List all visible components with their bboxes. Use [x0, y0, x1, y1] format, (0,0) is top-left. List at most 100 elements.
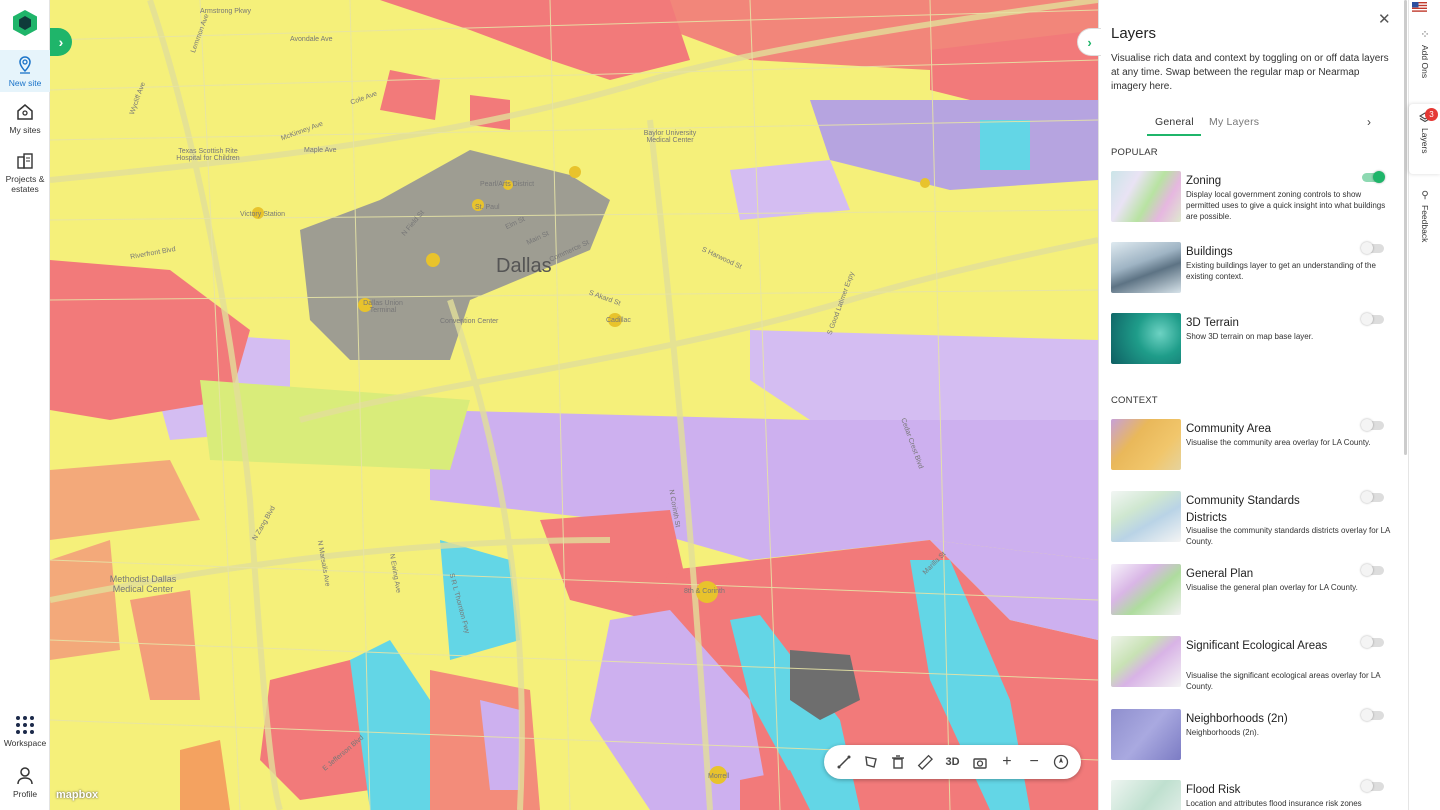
layer-description: Show 3D terrain on map base layer. [1186, 332, 1314, 341]
zoom-out-icon[interactable]: − [1023, 751, 1045, 773]
map-poi-label: Dallas Union Terminal [363, 300, 403, 314]
layer-description: Existing buildings layer to get an under… [1186, 261, 1376, 281]
layer-description: Neighborhoods (2n). [1186, 728, 1259, 737]
tab-my-layers[interactable]: My Layers [1209, 116, 1259, 128]
map-poi-label: Baylor University Medical Center [643, 130, 697, 144]
3d-toggle-button[interactable]: 3D [941, 751, 963, 773]
section-context: CONTEXT [1111, 395, 1158, 406]
layer-item-neighborhoods: Neighborhoods (2n) Neighborhoods (2n). [1111, 709, 1396, 761]
layer-toggle-buildings[interactable] [1361, 242, 1384, 254]
nav-new-site-label: New site [8, 78, 42, 88]
nav-projects-label: Projects & estates [5, 174, 45, 194]
panel-description: Visualise rich data and context by toggl… [1111, 53, 1389, 92]
layer-description: Visualise the community standards distri… [1186, 526, 1390, 546]
measure-line-icon[interactable] [833, 751, 855, 773]
layer-tabs: General My Layers › [1147, 113, 1383, 137]
layer-thumbnail [1111, 171, 1181, 222]
close-icon[interactable]: ✕ [1378, 10, 1391, 28]
layer-name: Neighborhoods (2n) [1186, 713, 1288, 725]
nav-workspace[interactable]: Workspace [0, 715, 50, 755]
chevron-right-icon: › [1087, 34, 1092, 50]
rail-feedback-label: Feedback [1420, 205, 1430, 243]
rail-add-ons[interactable]: ⁘ Add Ons [1409, 28, 1440, 92]
rail-layers-label: Layers [1420, 128, 1430, 154]
layer-toggle-zoning[interactable] [1362, 171, 1385, 183]
map-toolbar: 3D + − [824, 745, 1081, 779]
layer-name: Zoning [1186, 175, 1222, 187]
layer-thumbnail [1111, 242, 1181, 293]
nav-new-site[interactable]: New site [0, 50, 50, 92]
layer-name: 3D Terrain [1186, 317, 1239, 329]
layer-toggle-general-plan[interactable] [1361, 564, 1384, 576]
layer-name: Buildings [1186, 246, 1233, 258]
mapbox-attribution[interactable]: mapbox [56, 789, 98, 801]
layer-item-buildings: Buildings Existing buildings layer to ge… [1111, 242, 1396, 294]
layer-description: Visualise the community area overlay for… [1186, 438, 1371, 447]
layer-thumbnail [1111, 709, 1181, 760]
map-street-label: Maple Ave [304, 147, 337, 154]
section-popular: POPULAR [1111, 147, 1158, 158]
draw-polygon-icon[interactable] [860, 751, 882, 773]
layers-panel: Layers ✕ Visualise rich data and context… [1098, 0, 1408, 810]
nav-profile-label: Profile [12, 789, 38, 799]
map-poi-label: Methodist Dallas Medical Center [109, 574, 177, 594]
nav-projects-estates[interactable]: Projects & estates [0, 149, 50, 197]
active-tab-indicator [1147, 134, 1201, 136]
location-pin-icon [19, 56, 31, 74]
layers-count-badge: 3 [1425, 108, 1438, 121]
ruler-icon[interactable] [914, 751, 936, 773]
tab-general[interactable]: General [1155, 116, 1194, 128]
layer-thumbnail [1111, 419, 1181, 470]
trash-icon[interactable] [887, 751, 909, 773]
chevron-right-icon[interactable]: › [1367, 115, 1371, 129]
zoom-in-icon[interactable]: + [996, 751, 1018, 773]
layer-item-community-standards: Community Standards Districts Visualise … [1111, 491, 1396, 546]
layer-item-community-area: Community Area Visualise the community a… [1111, 419, 1396, 471]
layer-thumbnail [1111, 491, 1181, 542]
layer-name: Community Area [1186, 423, 1272, 435]
layer-name: Community Standards Districts [1186, 495, 1300, 524]
layer-toggle-flood-risk[interactable] [1361, 780, 1384, 792]
layer-thumbnail [1111, 636, 1181, 687]
layer-toggle-community-area[interactable] [1361, 419, 1384, 431]
map-poi-label: St. Paul [475, 204, 500, 211]
app-logo-icon[interactable] [13, 10, 37, 36]
nav-workspace-label: Workspace [3, 738, 47, 748]
layer-thumbnail [1111, 564, 1181, 615]
layer-description: Display local government zoning controls… [1186, 190, 1386, 221]
panel-title: Layers [1111, 25, 1157, 42]
us-flag-icon[interactable] [1412, 2, 1427, 12]
map-poi-label: 8th & Corinth [684, 588, 725, 595]
search-icon: ⚲ [1421, 190, 1429, 201]
map-poi-label: Pearl/Arts District [480, 181, 535, 188]
home-icon [17, 104, 33, 120]
panel-scrollbar[interactable] [1404, 0, 1407, 455]
layer-toggle-significant-ecological[interactable] [1361, 636, 1384, 648]
layer-name: General Plan [1186, 568, 1254, 580]
layer-name: Flood Risk [1186, 784, 1241, 796]
map-street-label: Avondale Ave [290, 36, 333, 43]
map-poi-label: Texas Scottish Rite Hospital for Childre… [176, 148, 240, 162]
map-poi-label: Morrell [708, 773, 730, 780]
collapse-panel-button[interactable]: › [1077, 28, 1101, 56]
compass-icon[interactable] [1050, 751, 1072, 773]
nav-profile[interactable]: Profile [0, 766, 50, 806]
rail-add-ons-label: Add Ons [1420, 45, 1430, 79]
rail-feedback[interactable]: ⚲ Feedback [1409, 190, 1440, 254]
nav-my-sites[interactable]: My sites [0, 100, 50, 140]
layer-description: Location and attributes flood insurance … [1186, 799, 1362, 808]
map-poi-label: Cadillac [606, 317, 631, 324]
layer-toggle-3d-terrain[interactable] [1361, 313, 1384, 325]
layer-item-general-plan: General Plan Visualise the general plan … [1111, 564, 1396, 616]
map-poi-label: Victory Station [240, 211, 286, 218]
map-canvas[interactable]: Armstrong Pkwy Avondale Ave Lemmon Ave C… [50, 0, 1098, 810]
camera-icon[interactable] [969, 751, 991, 773]
layer-thumbnail [1111, 313, 1181, 364]
nav-my-sites-label: My sites [9, 125, 41, 135]
layer-item-flood-risk: Flood Risk Location and attributes flood… [1111, 780, 1396, 810]
layer-toggle-neighborhoods[interactable] [1361, 709, 1384, 721]
rail-layers[interactable]: 3 Layers [1409, 104, 1440, 174]
layer-description: Visualise the general plan overlay for L… [1186, 583, 1358, 592]
layer-toggle-community-standards[interactable] [1361, 491, 1384, 503]
zoning-overlay [50, 0, 1098, 810]
